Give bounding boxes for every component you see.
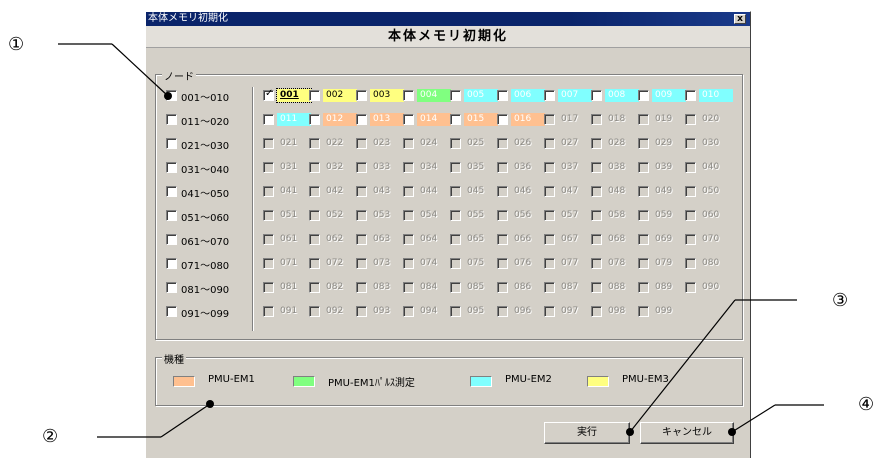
callout-1: ①: [8, 34, 25, 55]
callout-3: ③: [832, 290, 849, 311]
callout-2: ②: [42, 426, 59, 447]
callout-lines: [58, 43, 824, 438]
callout-4: ④: [858, 394, 875, 415]
